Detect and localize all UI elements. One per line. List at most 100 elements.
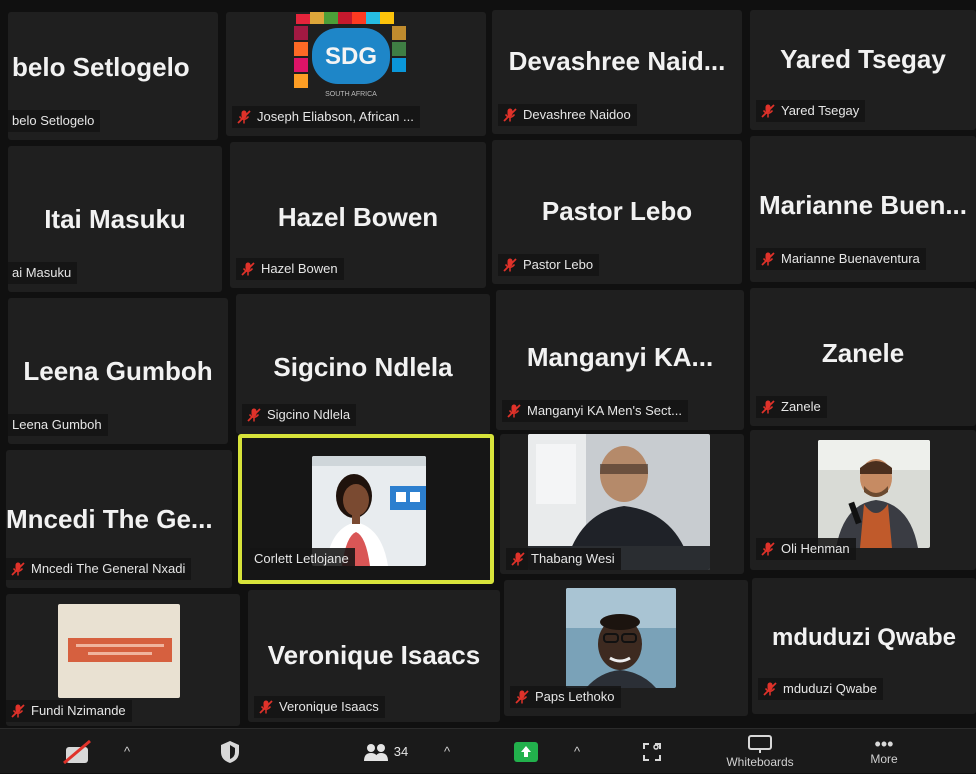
participant-tile[interactable]: Leena Gumboh Leena Gumboh [8,298,228,444]
participant-tile[interactable]: Sigcino Ndlela Sigcino Ndlela [236,294,490,434]
participant-display-name: Pastor Lebo [541,196,693,226]
participant-name-label: Paps Lethoko [510,686,621,708]
microphone-muted-icon [503,258,517,272]
unmute-button[interactable] [52,729,102,774]
participant-name-label: Joseph Eliabson, African ... [232,106,420,128]
participant-tile[interactable]: Veronique Isaacs Veronique Isaacs [248,590,500,722]
participant-display-name: Yared Tsegay [780,44,946,74]
participant-name-label: Hazel Bowen [236,258,344,280]
participant-name-label: Corlett Letlojane [250,548,355,570]
participant-label-text: Manganyi KA Men's Sect... [527,403,682,418]
participant-name-label: Veronique Isaacs [254,696,385,718]
participants-button[interactable]: 34 [350,729,420,774]
microphone-muted-icon [11,704,25,718]
participant-tile[interactable]: Marianne Buen... Marianne Buenaventura [750,136,976,282]
participant-label-text: Mncedi The General Nxadi [31,561,186,576]
chevron-up-icon: ^ [123,744,131,759]
participant-name-label: Devashree Naidoo [498,104,637,126]
participants-options-button[interactable]: ^ [432,729,462,774]
microphone-muted-icon [515,690,529,704]
participant-display-name: Devashree Naid... [508,46,726,76]
participant-label-text: Pastor Lebo [523,257,594,272]
participant-label-text: Devashree Naidoo [523,107,631,122]
participant-name-label: Leena Gumboh [8,414,108,436]
participant-label-text: Paps Lethoko [535,689,615,704]
participant-name-label: mduduzi Qwabe [758,678,883,700]
microphone-muted-icon [761,252,775,266]
chevron-up-icon: ^ [573,744,581,759]
participant-tile[interactable]: Pastor Lebo Pastor Lebo [492,140,742,284]
meeting-toolbar: ^ 34 ^ ^ Whiteboards ••• More [0,728,976,773]
participant-label-text: Marianne Buenaventura [781,251,920,266]
reactions-icon [643,742,661,761]
active-speaker-tile[interactable]: Corlett Letlojane [238,434,494,584]
participant-tile[interactable]: mduduzi Qwabe mduduzi Qwabe [752,578,976,714]
participant-tile[interactable]: Paps Lethoko [504,580,748,716]
more-button[interactable]: ••• More [852,729,916,774]
participant-tile[interactable]: Thabang Wesi [500,434,744,574]
svg-text:SOUTH AFRICA: SOUTH AFRICA [325,91,377,98]
share-screen-button[interactable] [506,729,546,774]
microphone-muted-icon [503,108,517,122]
microphone-muted-icon [237,110,251,124]
participant-tile[interactable]: Yared Tsegay Yared Tsegay [750,10,976,130]
microphone-muted-icon [63,739,91,764]
microphone-muted-icon [247,408,261,422]
security-button[interactable] [210,729,250,774]
participant-display-name: Mncedi The Ge... [6,504,213,534]
whiteboards-label: Whiteboards [726,755,794,769]
participant-label-text: Fundi Nzimande [31,703,126,718]
participant-profile-image [58,604,180,698]
participant-display-name: Sigcino Ndlela [273,352,453,382]
participant-profile-image [566,588,676,688]
participant-tile[interactable]: Mncedi The Ge... Mncedi The General Nxad… [6,450,232,588]
participant-label-text: belo Setlogelo [12,113,95,128]
participant-tile[interactable]: Itai Masuku ai Masuku [8,146,222,292]
participant-tile[interactable]: Hazel Bowen Hazel Bowen [230,142,486,288]
participant-tile[interactable]: Manganyi KA... Manganyi KA Men's Sect... [496,290,744,430]
participant-name-label: Pastor Lebo [498,254,600,276]
participant-tile[interactable]: Devashree Naid... Devashree Naidoo [492,10,742,134]
more-label: More [870,752,898,766]
participant-display-name: Hazel Bowen [277,202,439,232]
participant-name-label: Oli Henman [756,538,856,560]
sdg-wheel-icon: SDG SOUTH AFRICA [294,12,414,106]
participant-tile[interactable]: Zanele Zanele [750,288,976,426]
participant-display-name: Manganyi KA... [526,342,714,372]
microphone-muted-icon [761,542,775,556]
chevron-up-icon: ^ [443,744,451,759]
participant-label-text: Oli Henman [781,541,850,556]
participant-name-label: ai Masuku [8,262,78,284]
microphone-muted-icon [763,682,777,696]
participants-count: 34 [393,744,409,759]
participant-tile[interactable]: Oli Henman [750,430,976,570]
profile-photo-image [58,604,180,698]
participant-label-text: Leena Gumboh [12,417,102,432]
participant-label-text: Corlett Letlojane [254,551,349,566]
microphone-muted-icon [259,700,273,714]
participant-label-text: Sigcino Ndlela [267,407,351,422]
participant-name-label: Mncedi The General Nxadi [6,558,192,580]
participant-name-label: Fundi Nzimande [6,700,132,722]
svg-text:SDG: SDG [325,43,377,70]
participant-label-text: Hazel Bowen [261,261,338,276]
reactions-button[interactable] [632,729,672,774]
participant-tile[interactable]: Fundi Nzimande [6,594,240,726]
participant-name-label: Thabang Wesi [506,548,621,570]
participant-name-label: belo Setlogelo [8,110,101,132]
participant-name-label: Sigcino Ndlela [242,404,357,426]
participant-display-name: Itai Masuku [44,204,186,234]
participant-tile[interactable]: SDG SOUTH AFRICA Joseph Eliabson, Africa… [226,12,486,136]
participant-name-label: Zanele [756,396,827,418]
participant-tile[interactable]: belo Setlogelo belo Setlogelo [8,12,218,140]
participant-label-text: Yared Tsegay [781,103,860,118]
sdg-logo: SDG SOUTH AFRICA [294,12,414,106]
participants-icon [363,743,388,761]
participant-display-name: mduduzi Qwabe [771,624,956,651]
whiteboards-button[interactable]: Whiteboards [712,729,808,774]
microphone-muted-icon [761,104,775,118]
profile-photo-image [566,588,676,688]
share-options-button[interactable]: ^ [562,729,592,774]
audio-options-button[interactable]: ^ [112,729,142,774]
participant-label-text: Thabang Wesi [531,551,615,566]
